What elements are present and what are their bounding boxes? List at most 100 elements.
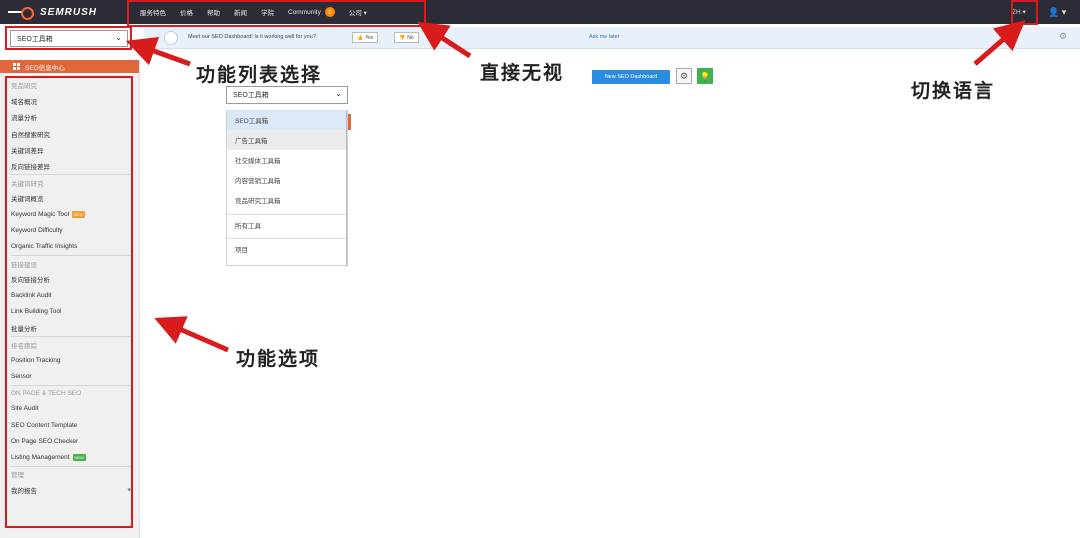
sidebar-item[interactable]: Site Audit <box>11 401 131 417</box>
dropdown-option[interactable]: 广告工具箱 <box>227 130 347 150</box>
nav-item-pricing[interactable]: 价格 <box>180 7 193 17</box>
sidebar-item[interactable]: 关键词差异 <box>11 142 131 158</box>
user-menu[interactable]: 👤 ▾ <box>1048 0 1066 24</box>
nav-item-news[interactable]: 新闻 <box>234 7 247 17</box>
toolbox-dropdown-list: SEO工具箱 广告工具箱 社交媒体工具箱 内容营销工具箱 竞品研究工具箱 所有工具项目 <box>226 110 351 266</box>
close-icon[interactable]: ⚙ <box>1059 31 1067 42</box>
dropdown-scrollbar[interactable] <box>346 110 347 266</box>
annotation-feature-list-select: 功能列表选择 <box>196 64 323 86</box>
sidebar-item-label: Listing Management <box>11 453 70 461</box>
nav-item-help[interactable]: 帮助 <box>207 7 220 17</box>
dropdown-options: SEO工具箱 广告工具箱 社交媒体工具箱 内容营销工具箱 竞品研究工具箱 所有工具项目 <box>227 110 347 258</box>
logo-text: SEMRUSH <box>40 6 98 18</box>
sidebar-item[interactable]: Keyword Magic Tool NEW <box>11 207 131 223</box>
sidebar-item-label: 域名概况 <box>11 99 37 107</box>
sidebar-item[interactable]: 域名概况 <box>11 93 131 109</box>
sidebar-item-label: 关键词概览 <box>11 196 44 204</box>
sidebar-section-heading: 管理 <box>11 465 131 482</box>
sidebar-item-label: 自然搜索研究 <box>11 131 50 139</box>
nav-item-features[interactable]: 服务特色 <box>140 7 166 17</box>
sidebar-item-label: 流量分析 <box>11 115 37 123</box>
community-badge: 1 <box>324 7 335 17</box>
thumbs-down-icon: 👎 <box>399 34 406 41</box>
arrow-to-sidebar <box>154 316 229 353</box>
dropdown-option[interactable]: 项目 <box>227 238 347 258</box>
sidebar-item-label: Sensor <box>11 372 32 380</box>
language-switcher[interactable]: ZH ▾ <box>1012 0 1026 24</box>
sidebar-item-label: 批量分析 <box>11 325 37 333</box>
sidebar-section-heading: ON PAGE & TECH SEO <box>11 384 131 401</box>
sidebar-item-label: Organic Traffic Insights <box>11 243 78 251</box>
dropdown-active-marker <box>348 114 351 130</box>
toolbox-dropdown-select[interactable]: SEO工具箱 ⌄ <box>226 86 348 104</box>
sidebar-item-label: 反向链接差异 <box>11 164 50 172</box>
yes-label: Yes <box>365 34 374 41</box>
dropdown-option[interactable]: 社交媒体工具箱 <box>227 150 347 170</box>
top-navigation-bar: SEMRUSH 服务特色 价格 帮助 新闻 学院 Community 1 公司 … <box>0 0 1080 24</box>
sidebar-item[interactable]: On Page SEO Checker <box>11 433 131 449</box>
feedback-banner: Meet our SEO Dashboard! Is it working we… <box>144 27 1080 49</box>
sidebar-item[interactable]: Listing Management NEW <box>11 449 131 465</box>
sidebar-item[interactable]: 批量分析 <box>11 320 131 336</box>
sidebar-header-label: SEO信息中心 <box>25 64 65 72</box>
semrush-logo[interactable]: SEMRUSH <box>8 5 98 20</box>
toolbox-select[interactable]: SEO工具箱 ⌄ <box>10 30 128 47</box>
sidebar-item[interactable]: Position Tracking <box>11 352 131 368</box>
sidebar-item-label: 关键词研究 <box>11 180 44 188</box>
sidebar-item[interactable]: Sensor <box>11 368 131 384</box>
gear-icon[interactable]: ⚙ <box>676 68 692 84</box>
nav-item-community[interactable]: Community 1 <box>288 7 335 17</box>
lightbulb-icon[interactable]: 💡 <box>697 68 713 84</box>
sidebar-item-label: 竞品研究 <box>11 83 37 91</box>
sidebar-item-label: 关键词差异 <box>11 147 44 155</box>
annotation-ignore: 直接无视 <box>480 62 565 84</box>
no-button[interactable]: 👎 No <box>394 32 419 43</box>
dropdown-option[interactable]: 所有工具 <box>227 214 347 234</box>
sidebar-item-label: Keyword Magic Tool <box>11 211 70 219</box>
ask-later-link[interactable]: Ask me later <box>589 34 620 40</box>
sidebar-item[interactable]: 关键词概览 <box>11 190 131 206</box>
sidebar-item-label: Site Audit <box>11 405 39 413</box>
sidebar-item[interactable]: 自然搜索研究 <box>11 126 131 142</box>
top-nav-menu: 服务特色 价格 帮助 新闻 学院 Community 1 公司 ▾ <box>140 0 367 24</box>
sidebar-section-heading: 关键词研究 <box>11 174 131 190</box>
dashboard-grid-icon <box>13 63 20 70</box>
sidebar: SEO信息中心 竞品研究域名概况流量分析自然搜索研究 关键词差异反向链接差异 关键词… <box>0 60 140 538</box>
dropdown-option[interactable]: SEO工具箱 <box>227 110 347 130</box>
no-label: No <box>407 34 414 41</box>
nav-item-academy[interactable]: 学院 <box>261 7 274 17</box>
toolbox-select-value: SEO工具箱 <box>17 35 53 43</box>
annotation-switch-language: 切换语言 <box>911 80 996 102</box>
sidebar-header[interactable]: SEO信息中心 <box>0 60 139 73</box>
sidebar-item[interactable]: Link Building Tool <box>11 304 131 320</box>
sidebar-item[interactable]: Keyword Difficulty <box>11 223 131 239</box>
chevron-down-icon: ▾ <box>127 486 131 494</box>
sidebar-section-heading: 排名跟踪 <box>11 336 131 352</box>
sidebar-item[interactable]: SEO Content Template <box>11 417 131 433</box>
new-badge: NEW <box>72 453 86 461</box>
sidebar-item[interactable]: Organic Traffic Insights <box>11 239 131 255</box>
annotation-feature-options: 功能选项 <box>236 348 321 370</box>
new-seo-dashboard-button[interactable]: New SEO Dashboard <box>592 70 670 84</box>
nav-item-company[interactable]: 公司 ▾ <box>349 7 367 17</box>
sidebar-item-label: 排名跟踪 <box>11 342 37 350</box>
sidebar-item-label: 管理 <box>11 472 24 480</box>
sidebar-item-label: SEO Content Template <box>11 421 78 429</box>
sidebar-section-heading: 链接建设 <box>11 255 131 271</box>
sidebar-section-heading: 竞品研究 <box>11 77 131 93</box>
sidebar-item-label: ON PAGE & TECH SEO <box>11 389 82 397</box>
sidebar-item-label: 我的报告 <box>11 487 37 495</box>
sidebar-item[interactable]: 反向链接分析 <box>11 271 131 287</box>
chevron-down-icon: ⌄ <box>335 89 342 98</box>
chevron-down-icon: ⌄ <box>115 33 122 42</box>
thumbs-up-icon: 👍 <box>357 34 364 41</box>
sidebar-item[interactable]: 我的报告 ▾ <box>11 482 131 498</box>
banner-text: Meet our SEO Dashboard! Is it working we… <box>188 34 316 40</box>
dropdown-option[interactable]: 竞品研究工具箱 <box>227 190 347 210</box>
sidebar-item[interactable]: 反向链接差异 <box>11 158 131 174</box>
yes-button[interactable]: 👍 Yes <box>352 32 379 43</box>
dropdown-option[interactable]: 内容营销工具箱 <box>227 170 347 190</box>
sidebar-item[interactable]: Backlink Audit <box>11 287 131 303</box>
banner-avatar-icon <box>164 31 178 45</box>
sidebar-item[interactable]: 流量分析 <box>11 109 131 125</box>
